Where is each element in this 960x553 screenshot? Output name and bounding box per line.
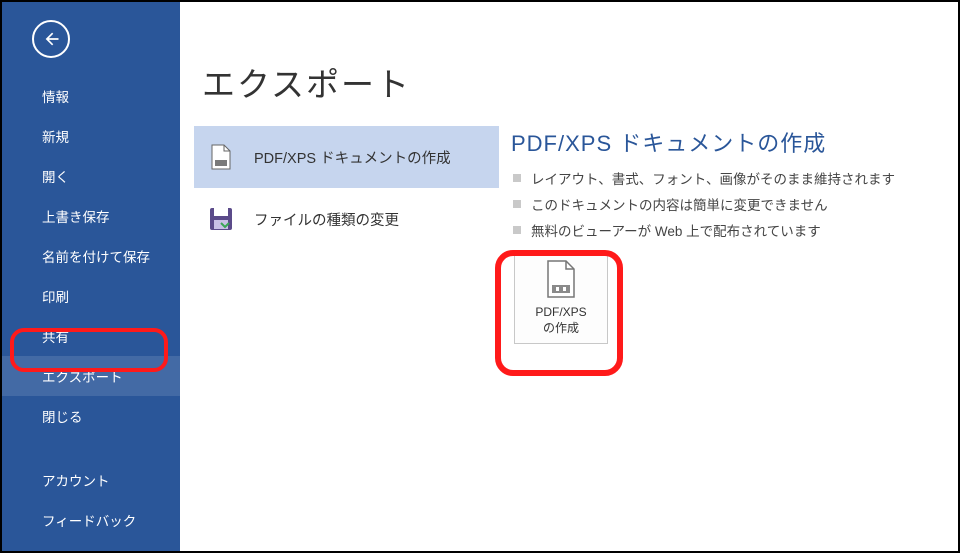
bullet-text: レイアウト、書式、フォント、画像がそのまま維持されます [531, 168, 895, 188]
detail-bullet: 無料のビューアーが Web 上で配布されています [511, 220, 958, 240]
nav-close[interactable]: 閉じる [2, 396, 180, 436]
nav-save[interactable]: 上書き保存 [2, 196, 180, 236]
export-columns: PDF/XPS ドキュメントの作成ファイルの種類の変更 PDF/XPS ドキュメ… [194, 126, 958, 344]
nav-info[interactable]: 情報 [2, 76, 180, 116]
pdf-icon [206, 142, 236, 172]
nav-export[interactable]: エクスポート [2, 356, 180, 396]
back-button[interactable] [32, 20, 70, 58]
save-type-icon [206, 204, 236, 234]
bullet-square-icon [513, 200, 521, 208]
backstage-window: クリスマス会のご案内 - Word 情報新規開く上書き保存名前を付けて保存印刷共… [0, 0, 960, 553]
backstage-sidebar: 情報新規開く上書き保存名前を付けて保存印刷共有エクスポート閉じる アカウントフィ… [2, 2, 180, 551]
opt-change-type-label: ファイルの種類の変更 [254, 209, 399, 230]
nav-feedback[interactable]: フィードバック [2, 500, 180, 540]
opt-change-type[interactable]: ファイルの種類の変更 [194, 188, 499, 250]
nav-options[interactable]: オプション [2, 540, 180, 553]
detail-bullet: このドキュメントの内容は簡単に変更できません [511, 194, 958, 214]
bullet-square-icon [513, 174, 521, 182]
export-detail: PDF/XPS ドキュメントの作成 レイアウト、書式、フォント、画像がそのまま維… [499, 126, 958, 344]
sidebar-nav-primary: 情報新規開く上書き保存名前を付けて保存印刷共有エクスポート閉じる [2, 76, 180, 436]
detail-bullet: レイアウト、書式、フォント、画像がそのまま維持されます [511, 168, 958, 188]
nav-account[interactable]: アカウント [2, 460, 180, 500]
page-title: エクスポート [202, 58, 958, 106]
nav-open[interactable]: 開く [2, 156, 180, 196]
export-options-list: PDF/XPS ドキュメントの作成ファイルの種類の変更 [194, 126, 499, 344]
detail-title: PDF/XPS ドキュメントの作成 [511, 126, 958, 158]
pdf-page-icon [544, 259, 578, 299]
sidebar-nav-secondary: アカウントフィードバックオプション [2, 460, 180, 553]
bullet-square-icon [513, 226, 521, 234]
bullet-text: 無料のビューアーが Web 上で配布されています [531, 220, 821, 240]
nav-new[interactable]: 新規 [2, 116, 180, 156]
main-panel: エクスポート PDF/XPS ドキュメントの作成ファイルの種類の変更 PDF/X… [180, 2, 958, 551]
detail-bullets: レイアウト、書式、フォント、画像がそのまま維持されますこのドキュメントの内容は簡… [511, 168, 958, 240]
opt-pdf-xps-label: PDF/XPS ドキュメントの作成 [254, 147, 451, 168]
create-pdf-xps-button[interactable]: PDF/XPS の作成 [514, 252, 608, 344]
bullet-text: このドキュメントの内容は簡単に変更できません [531, 194, 828, 214]
nav-print[interactable]: 印刷 [2, 276, 180, 316]
nav-share[interactable]: 共有 [2, 316, 180, 356]
create-pdf-button-wrap: PDF/XPS の作成 [497, 252, 625, 344]
arrow-left-icon [41, 29, 61, 49]
sidebar-separator [2, 436, 180, 460]
nav-saveas[interactable]: 名前を付けて保存 [2, 236, 180, 276]
opt-pdf-xps[interactable]: PDF/XPS ドキュメントの作成 [194, 126, 499, 188]
create-pdf-label: PDF/XPS の作成 [535, 305, 586, 336]
